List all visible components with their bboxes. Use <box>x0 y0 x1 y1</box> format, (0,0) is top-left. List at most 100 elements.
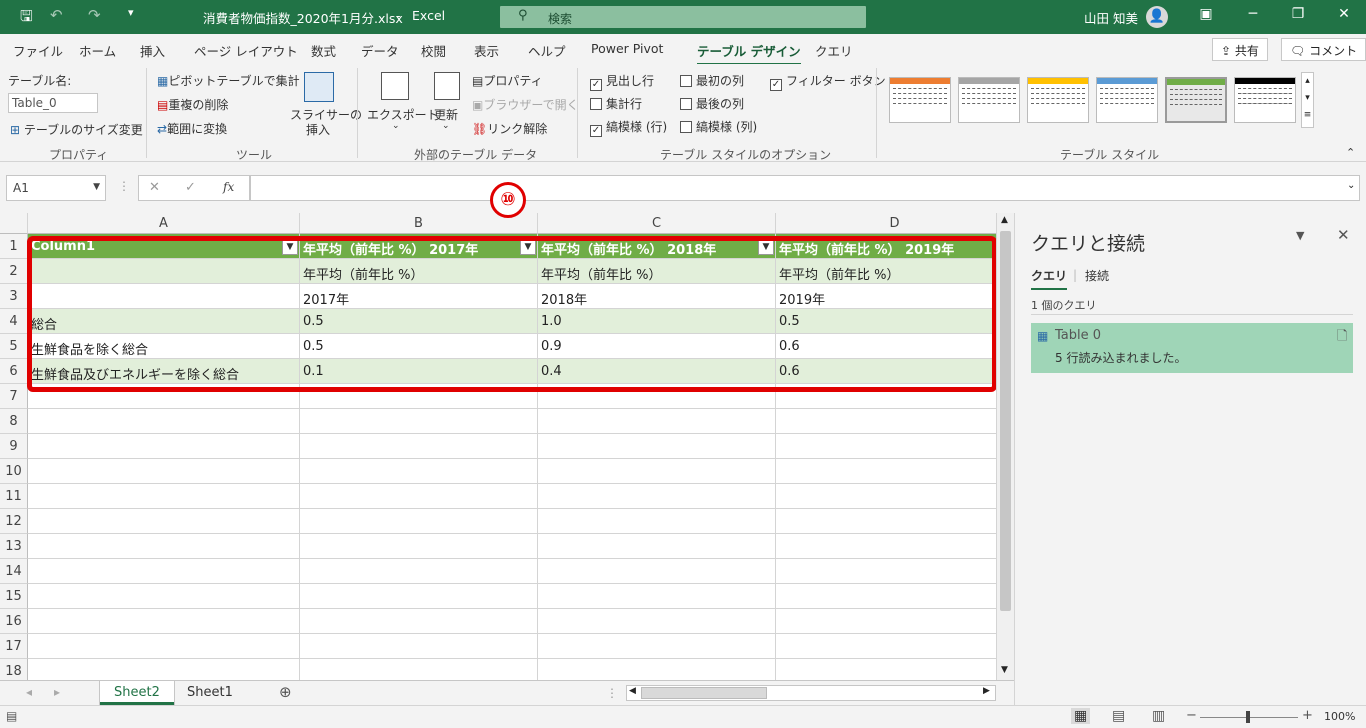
row-header[interactable]: 17 <box>0 634 28 659</box>
export-button[interactable]: エクスポート <box>367 106 439 123</box>
horizontal-scroll-thumb[interactable] <box>641 687 767 699</box>
ribbon-display-icon[interactable]: ▣ <box>1196 6 1216 22</box>
convert-range-button[interactable]: ⇄範囲に変換 <box>157 120 227 137</box>
pane-tab-connections[interactable]: 接続 <box>1085 267 1109 284</box>
row-header[interactable]: 4 <box>0 309 28 334</box>
cell[interactable]: 2017年 <box>300 284 538 309</box>
cell[interactable] <box>538 534 776 559</box>
scroll-down-icon[interactable]: ▼ <box>1001 665 1008 675</box>
query-item[interactable]: ▦ Table 0 5 行読み込まれました。 🗋 <box>1031 323 1353 373</box>
cell[interactable] <box>300 634 538 659</box>
row-header[interactable]: 8 <box>0 409 28 434</box>
cell[interactable] <box>300 409 538 434</box>
cell[interactable] <box>776 534 1014 559</box>
pivot-button[interactable]: ▦ピボットテーブルで集計 <box>157 72 300 89</box>
next-sheet-icon[interactable]: ▸ <box>54 685 60 699</box>
option-banded-cols[interactable]: 縞模様 (列) <box>680 118 757 135</box>
cell[interactable]: 生鮮食品を除く総合 <box>28 334 300 359</box>
splitter-icon[interactable]: ⋮ <box>606 686 618 700</box>
row-header[interactable]: 1 <box>0 234 28 259</box>
tab-insert[interactable]: 挿入 <box>140 41 165 60</box>
gallery-down-icon[interactable]: ▾ <box>1302 90 1313 107</box>
row-header[interactable]: 11 <box>0 484 28 509</box>
option-header-row[interactable]: ✓ 見出し行 <box>590 72 654 91</box>
cell[interactable] <box>538 559 776 584</box>
cell[interactable] <box>776 659 1014 680</box>
zoom-in-icon[interactable]: + <box>1302 708 1313 723</box>
cell[interactable] <box>300 509 538 534</box>
gallery-more-icon[interactable]: ≡ <box>1302 107 1313 124</box>
row-header[interactable]: 16 <box>0 609 28 634</box>
cell[interactable] <box>28 559 300 584</box>
cell[interactable] <box>300 584 538 609</box>
cell[interactable] <box>28 509 300 534</box>
cell[interactable]: 0.6 <box>776 359 1014 384</box>
option-banded-rows[interactable]: ✓ 縞模様 (行) <box>590 118 667 137</box>
column-header-a[interactable]: A <box>28 213 300 234</box>
pane-options-icon[interactable]: ▼ <box>1296 229 1304 242</box>
column-header-c[interactable]: C <box>538 213 776 234</box>
cell[interactable] <box>776 459 1014 484</box>
cell[interactable] <box>28 259 300 284</box>
cell[interactable] <box>538 609 776 634</box>
table-style-orange[interactable] <box>889 77 951 123</box>
tab-help[interactable]: ヘルプ <box>528 41 566 60</box>
first-col-checkbox[interactable] <box>680 75 692 87</box>
filter-dropdown-icon[interactable]: ▼ <box>758 239 774 255</box>
cell[interactable] <box>28 284 300 309</box>
banded-rows-checkbox[interactable]: ✓ <box>590 125 602 137</box>
scroll-right-icon[interactable]: ▶ <box>983 686 990 696</box>
option-total-row[interactable]: 集計行 <box>590 95 642 112</box>
cell[interactable]: 0.5 <box>300 334 538 359</box>
cell[interactable] <box>300 659 538 680</box>
tab-power-pivot[interactable]: Power Pivot <box>591 41 663 56</box>
option-last-col[interactable]: 最後の列 <box>680 95 744 112</box>
share-button[interactable]: ⇪ 共有 <box>1212 38 1268 61</box>
row-header[interactable]: 7 <box>0 384 28 409</box>
cell[interactable]: 年平均（前年比 %） <box>300 259 538 284</box>
user-name[interactable]: 山田 知美 <box>1084 8 1138 27</box>
pane-tab-queries[interactable]: クエリ <box>1031 267 1068 290</box>
filter-dropdown-icon[interactable]: ▼ <box>282 239 298 255</box>
last-col-checkbox[interactable] <box>680 98 692 110</box>
normal-view-icon[interactable]: ▦ <box>1071 708 1091 724</box>
undo-icon[interactable]: ↶ <box>50 6 63 24</box>
redo-icon[interactable]: ↷ <box>88 6 101 24</box>
table-header-cell[interactable]: 年平均（前年比 %） 2017年 <box>300 234 538 259</box>
refresh-query-icon[interactable]: 🗋 <box>1337 327 1347 349</box>
cell[interactable] <box>28 434 300 459</box>
restore-icon[interactable]: ❐ <box>1288 6 1308 22</box>
cell[interactable]: 1.0 <box>538 309 776 334</box>
formula-input[interactable] <box>250 175 1360 201</box>
slicer-label-2[interactable]: 挿入 <box>306 121 330 138</box>
pane-close-icon[interactable]: ✕ <box>1337 226 1350 244</box>
row-header[interactable]: 5 <box>0 334 28 359</box>
tab-file[interactable]: ファイル <box>13 41 63 60</box>
cell[interactable] <box>776 509 1014 534</box>
option-filter-button[interactable]: ✓ フィルター ボタン <box>770 72 886 91</box>
filter-dropdown-icon[interactable]: ▼ <box>520 239 536 255</box>
sheet-tab-sheet2[interactable]: Sheet2 <box>100 681 174 705</box>
cell[interactable] <box>300 384 538 409</box>
insert-function-icon[interactable]: fx <box>223 180 234 194</box>
row-header[interactable]: 6 <box>0 359 28 384</box>
cell[interactable] <box>300 434 538 459</box>
properties-button[interactable]: ▤プロパティ <box>472 72 543 89</box>
cell[interactable] <box>300 534 538 559</box>
refresh-dropdown-icon[interactable]: ⌄ <box>442 121 450 131</box>
total-row-checkbox[interactable] <box>590 98 602 110</box>
table-name-input[interactable]: Table_0 <box>8 93 98 113</box>
page-break-view-icon[interactable]: ▥ <box>1152 708 1165 724</box>
page-layout-view-icon[interactable]: ▤ <box>1112 708 1125 724</box>
cell[interactable] <box>28 409 300 434</box>
minimize-icon[interactable]: ─ <box>1243 6 1263 22</box>
collapse-ribbon-icon[interactable]: ⌃ <box>1346 146 1355 159</box>
row-header[interactable]: 15 <box>0 584 28 609</box>
vertical-scroll-thumb[interactable] <box>1000 231 1011 611</box>
tab-review[interactable]: 校閲 <box>421 41 446 60</box>
row-header[interactable]: 9 <box>0 434 28 459</box>
cell[interactable] <box>538 409 776 434</box>
cell[interactable] <box>28 534 300 559</box>
cancel-icon[interactable]: ✕ <box>149 180 160 195</box>
cell[interactable] <box>28 609 300 634</box>
